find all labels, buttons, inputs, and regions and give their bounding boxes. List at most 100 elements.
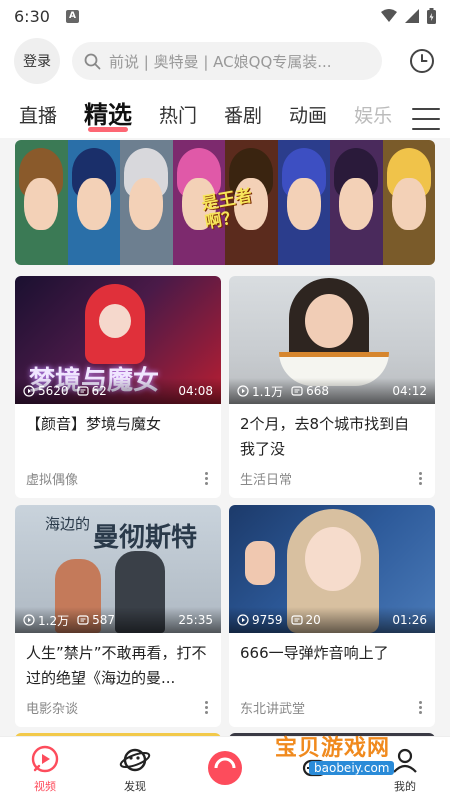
play-count-icon (23, 385, 35, 397)
play-count-icon (237, 385, 249, 397)
thumb-meta: 9759 20 01:26 (229, 607, 435, 633)
history-button[interactable] (406, 45, 438, 77)
comment-count-value: 668 (306, 384, 329, 398)
more-options-icon[interactable] (413, 472, 427, 485)
thumb-meta: 5620 62 04:08 (15, 378, 221, 404)
status-bar: 6:30 A (0, 0, 450, 32)
banner-character (277, 140, 330, 265)
category-tabs: 直播 精选 热门 番剧 动画 娱乐 (0, 90, 450, 138)
view-count: 9759 (237, 613, 283, 627)
wifi-icon (381, 9, 397, 22)
view-count-value: 5620 (38, 384, 69, 398)
nav-discover-label: 发现 (124, 779, 146, 793)
video-thumbnail: 梦境与魔女 5620 62 04:08 (15, 276, 221, 404)
banner-character (120, 140, 173, 265)
video-duration: 04:08 (178, 384, 213, 398)
video-card[interactable]: 9759 20 01:26 666一导弹炸音响上了 东北讲武堂 (229, 505, 435, 727)
banner-character (382, 140, 435, 265)
comment-count: 62 (76, 384, 107, 398)
video-card[interactable]: 1.1万 668 04:12 2个月，去8个城市找到自我了没 生活日常 (229, 276, 435, 498)
nav-video-label: 视频 (34, 779, 56, 793)
thumb-hand (245, 541, 275, 585)
thumb-figure-face (305, 527, 361, 591)
more-options-icon[interactable] (199, 701, 213, 714)
video-card[interactable]: 海边的 曼彻斯特 1.2万 587 25:35 人生”禁片”不敢再看，打不过的绝… (15, 505, 221, 727)
thumb-meta: 1.1万 668 04:12 (229, 378, 435, 404)
video-duration: 04:12 (392, 384, 427, 398)
video-category[interactable]: 虚拟偶像 (26, 469, 78, 488)
video-icon (31, 745, 59, 772)
banner-character (67, 140, 120, 265)
thumb-caption-small: 海边的 (45, 515, 91, 533)
video-duration: 25:35 (178, 613, 213, 627)
nav-center[interactable] (180, 737, 270, 800)
video-thumbnail: 海边的 曼彻斯特 1.2万 587 25:35 (15, 505, 221, 633)
play-count-icon (237, 614, 249, 626)
search-icon (84, 53, 101, 69)
nav-discover[interactable]: 发现 (90, 737, 180, 800)
video-title[interactable]: 666一导弹炸音响上了 (229, 633, 435, 691)
tab-entertainment[interactable]: 娱乐 (354, 101, 392, 138)
top-bar: 登录 前说 | 奥特曼 | AC娘QQ专属装... (0, 32, 450, 90)
search-placeholder: 前说 | 奥特曼 | AC娘QQ专属装... (109, 52, 332, 71)
video-title[interactable]: 【颜音】梦境与魔女 (15, 404, 221, 462)
more-options-icon[interactable] (413, 701, 427, 714)
tab-bangumi[interactable]: 番剧 (224, 101, 262, 138)
planet-icon (119, 748, 151, 771)
thumb-meta: 1.2万 587 25:35 (15, 607, 221, 633)
comment-icon (291, 386, 303, 396)
search-input[interactable]: 前说 | 奥特曼 | AC娘QQ专属装... (72, 42, 382, 80)
comment-count-value: 587 (92, 613, 115, 627)
banner-character (15, 140, 68, 265)
view-count-value: 9759 (252, 613, 283, 627)
comment-count-value: 62 (91, 384, 107, 398)
comment-count: 20 (290, 613, 321, 627)
comment-icon (290, 615, 303, 625)
battery-icon (427, 8, 436, 24)
more-options-icon[interactable] (199, 472, 213, 485)
menu-icon[interactable] (412, 108, 440, 130)
video-thumbnail: 9759 20 01:26 (229, 505, 435, 633)
center-icon (208, 750, 242, 785)
comment-icon (76, 386, 89, 396)
video-category[interactable]: 生活日常 (240, 469, 292, 488)
view-count: 1.2万 (23, 612, 69, 629)
view-count-value: 1.1万 (252, 384, 284, 399)
status-icons (381, 8, 436, 24)
watermark: 宝贝游戏网 baobeiy.com (265, 716, 445, 782)
view-count: 1.1万 (237, 383, 283, 400)
banner[interactable]: 是王者啊？ (15, 140, 435, 265)
status-time: 6:30 (14, 6, 50, 26)
video-card[interactable]: 梦境与魔女 5620 62 04:08 【颜音】梦境与魔女 虚拟偶像 (15, 276, 221, 498)
video-title[interactable]: 2个月，去8个城市找到自我了没 (229, 404, 435, 462)
card-footer: 生活日常 (240, 469, 427, 488)
login-button[interactable]: 登录 (14, 38, 60, 84)
comment-count-value: 20 (305, 613, 321, 627)
video-category[interactable]: 东北讲武堂 (240, 698, 305, 717)
tab-live[interactable]: 直播 (19, 101, 57, 138)
tab-animation[interactable]: 动画 (289, 101, 327, 138)
tab-featured[interactable]: 精选 (84, 95, 132, 138)
banner-title: 是王者啊？ (200, 185, 254, 233)
clock-icon (410, 49, 434, 73)
comment-icon (77, 615, 89, 625)
video-thumbnail: 1.1万 668 04:12 (229, 276, 435, 404)
tab-hot[interactable]: 热门 (159, 101, 197, 138)
view-count-value: 1.2万 (38, 613, 70, 628)
banner-character (330, 140, 383, 265)
card-footer: 东北讲武堂 (240, 698, 427, 717)
nav-video[interactable]: 视频 (0, 737, 90, 800)
notification-icon: A (65, 9, 79, 23)
watermark-url: baobeiy.com (309, 761, 395, 775)
thumb-caption: 曼彻斯特 (93, 523, 198, 553)
comment-count: 668 (291, 384, 329, 398)
card-footer: 虚拟偶像 (26, 469, 213, 488)
comment-count: 587 (77, 613, 115, 627)
thumb-figure-face (305, 294, 353, 348)
video-duration: 01:26 (392, 613, 427, 627)
card-footer: 电影杂谈 (26, 698, 213, 717)
watermark-text: 宝贝游戏网 (275, 736, 391, 761)
video-title[interactable]: 人生”禁片”不敢再看，打不过的绝望《海边的曼... (15, 633, 221, 691)
play-count-icon (23, 614, 35, 626)
video-category[interactable]: 电影杂谈 (26, 698, 78, 717)
